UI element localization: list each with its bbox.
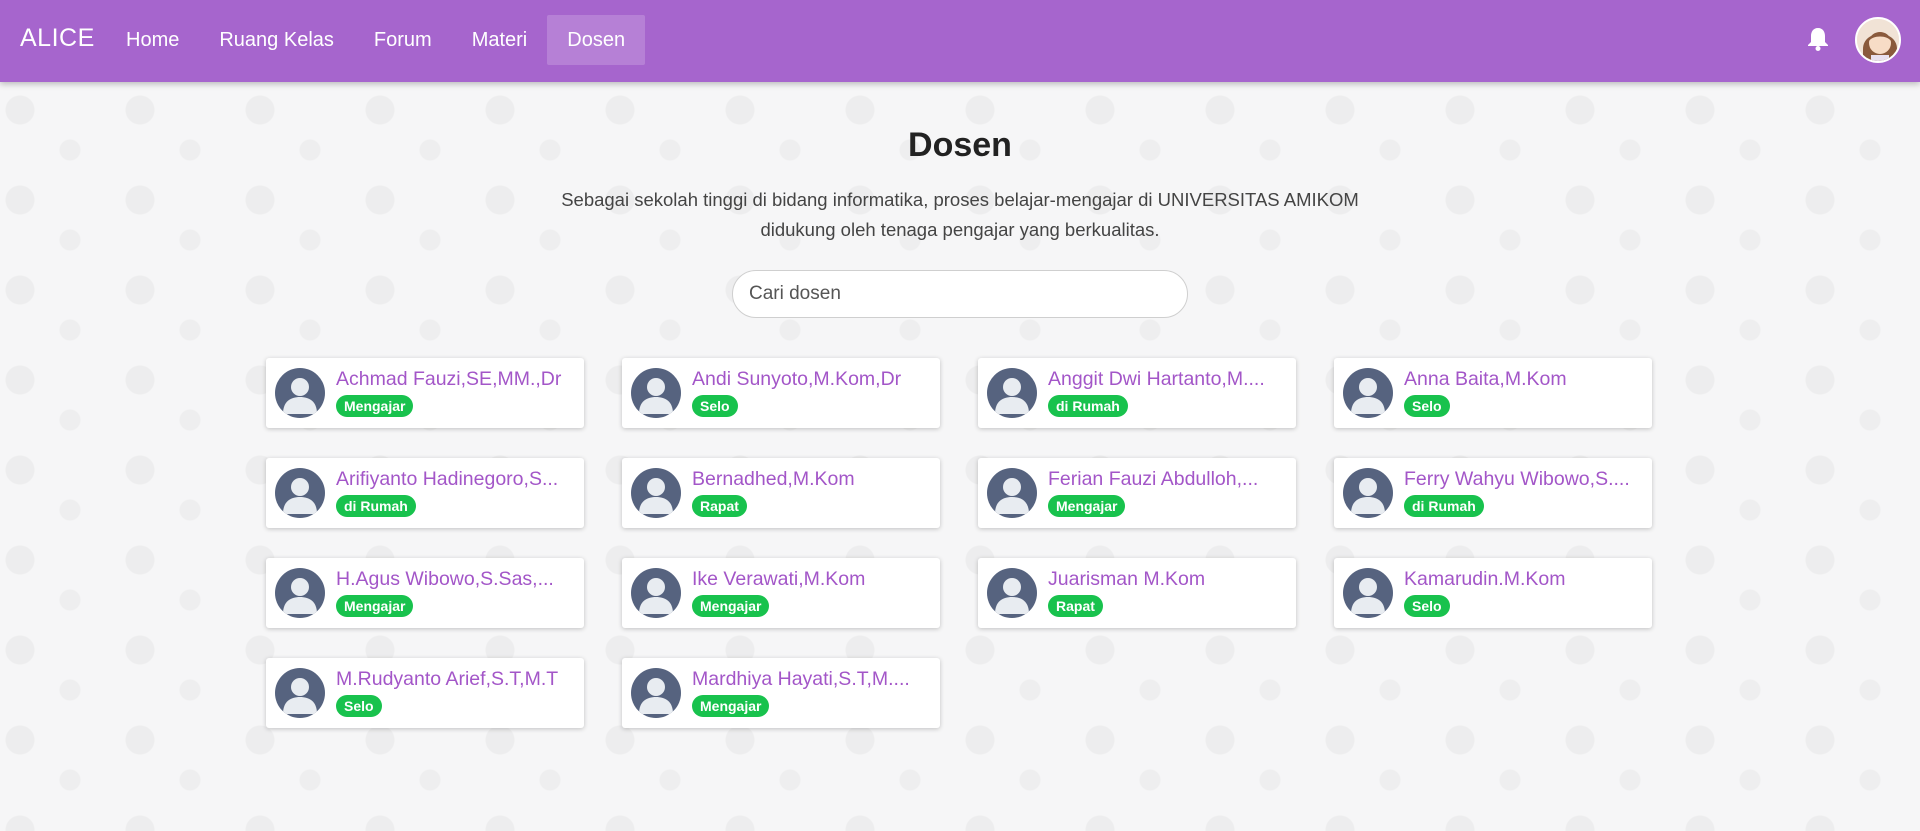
lecturer-avatar-icon <box>1343 468 1393 518</box>
lecturer-avatar-icon <box>275 468 325 518</box>
status-badge: Selo <box>1404 595 1450 617</box>
page-subtitle: Sebagai sekolah tinggi di bidang informa… <box>561 189 1359 240</box>
lecturer-card[interactable]: Ferian Fauzi Abdulloh,... Mengajar <box>978 458 1296 528</box>
status-badge: di Rumah <box>1404 495 1484 517</box>
lecturer-avatar-icon <box>987 468 1037 518</box>
nav-item-dosen[interactable]: Dosen <box>547 15 646 65</box>
lecturer-card[interactable]: Mardhiya Hayati,S.T,M.... Mengajar <box>622 658 940 728</box>
lecturer-card[interactable]: Kamarudin.M.Kom Selo <box>1334 558 1652 628</box>
lecturer-card[interactable]: Ike Verawati,M.Kom Mengajar <box>622 558 940 628</box>
lecturer-name[interactable]: Ike Verawati,M.Kom <box>692 568 932 591</box>
status-badge: Rapat <box>692 495 747 517</box>
lecturer-name[interactable]: Kamarudin.M.Kom <box>1404 568 1644 591</box>
search-input[interactable] <box>732 270 1188 318</box>
lecturer-avatar-icon <box>987 368 1037 418</box>
nav-item-home[interactable]: Home <box>106 15 199 65</box>
lecturer-card[interactable]: M.Rudyanto Arief,S.T,M.T Selo <box>266 658 584 728</box>
lecturer-avatar-icon <box>1343 368 1393 418</box>
nav-item-ruang-kelas[interactable]: Ruang Kelas <box>199 15 354 65</box>
page-title: Dosen <box>908 126 1012 164</box>
lecturer-card[interactable]: Arifiyanto Hadinegoro,S... di Rumah <box>266 458 584 528</box>
lecturer-card[interactable]: H.Agus Wibowo,S.Sas,... Mengajar <box>266 558 584 628</box>
lecturer-avatar-icon <box>275 368 325 418</box>
lecturer-name[interactable]: Anna Baita,M.Kom <box>1404 368 1644 391</box>
lecturer-avatar-icon <box>987 568 1037 618</box>
lecturer-grid: Achmad Fauzi,SE,MM.,Dr Mengajar Andi Sunyo… <box>266 358 1656 728</box>
status-badge: di Rumah <box>336 495 416 517</box>
lecturer-card[interactable]: Juarisman M.Kom Rapat <box>978 558 1296 628</box>
lecturer-card[interactable]: Bernadhed,M.Kom Rapat <box>622 458 940 528</box>
lecturer-name[interactable]: Andi Sunyoto,M.Kom,Dr <box>692 368 932 391</box>
status-badge: Mengajar <box>692 595 770 617</box>
lecturer-card[interactable]: Anna Baita,M.Kom Selo <box>1334 358 1652 428</box>
lecturer-avatar-icon <box>631 468 681 518</box>
avatar[interactable] <box>1855 17 1901 63</box>
lecturer-name[interactable]: Mardhiya Hayati,S.T,M.... <box>692 668 932 691</box>
lecturer-avatar-icon <box>631 568 681 618</box>
lecturer-avatar-icon <box>275 668 325 718</box>
lecturer-name[interactable]: Achmad Fauzi,SE,MM.,Dr <box>336 368 576 391</box>
status-badge: Mengajar <box>1048 495 1126 517</box>
lecturer-avatar-icon <box>631 368 681 418</box>
status-badge: Mengajar <box>336 595 414 617</box>
status-badge: Mengajar <box>336 395 414 417</box>
lecturer-name[interactable]: Juarisman M.Kom <box>1048 568 1288 591</box>
lecturer-card[interactable]: Achmad Fauzi,SE,MM.,Dr Mengajar <box>266 358 584 428</box>
lecturer-name[interactable]: Bernadhed,M.Kom <box>692 468 932 491</box>
status-badge: Rapat <box>1048 595 1103 617</box>
lecturer-card[interactable]: Andi Sunyoto,M.Kom,Dr Selo <box>622 358 940 428</box>
lecturer-avatar-icon <box>275 568 325 618</box>
lecturer-card[interactable]: Ferry Wahyu Wibowo,S.... di Rumah <box>1334 458 1652 528</box>
status-badge: Selo <box>692 395 738 417</box>
lecturer-card[interactable]: Anggit Dwi Hartanto,M.... di Rumah <box>978 358 1296 428</box>
page-header: Dosen Sebagai sekolah tinggi di bidang i… <box>0 126 1920 245</box>
lecturer-avatar-icon <box>1343 568 1393 618</box>
lecturer-avatar-icon <box>631 668 681 718</box>
status-badge: Selo <box>336 695 382 717</box>
lecturer-name[interactable]: Ferian Fauzi Abdulloh,... <box>1048 468 1288 491</box>
top-navbar: ALICE Home Ruang Kelas Forum Materi Dose… <box>0 0 1920 82</box>
status-badge: di Rumah <box>1048 395 1128 417</box>
lecturer-name[interactable]: Anggit Dwi Hartanto,M.... <box>1048 368 1288 391</box>
nav-item-materi[interactable]: Materi <box>452 15 548 65</box>
nav-menu: Home Ruang Kelas Forum Materi Dosen <box>106 15 646 65</box>
status-badge: Mengajar <box>692 695 770 717</box>
lecturer-name[interactable]: Arifiyanto Hadinegoro,S... <box>336 468 576 491</box>
lecturer-name[interactable]: Ferry Wahyu Wibowo,S.... <box>1404 468 1644 491</box>
status-badge: Selo <box>1404 395 1450 417</box>
nav-item-forum[interactable]: Forum <box>354 15 452 65</box>
brand-logo[interactable]: ALICE <box>20 24 95 53</box>
lecturer-name[interactable]: M.Rudyanto Arief,S.T,M.T <box>336 668 576 691</box>
lecturer-name[interactable]: H.Agus Wibowo,S.Sas,... <box>336 568 576 591</box>
bell-icon[interactable] <box>1806 26 1830 52</box>
